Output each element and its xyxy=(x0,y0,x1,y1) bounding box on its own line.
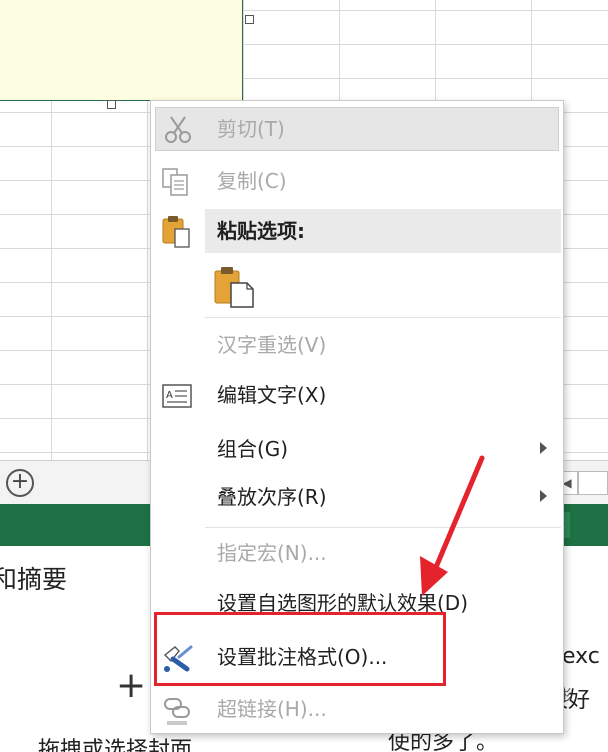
clipboard-icon xyxy=(162,216,190,248)
menu-item-label: 编辑文字(X) xyxy=(217,383,327,407)
annotation-highlight-box xyxy=(154,612,446,686)
submenu-arrow-icon xyxy=(540,442,547,454)
horizontal-scrollbar[interactable] xyxy=(578,471,608,495)
resize-handle-top-right[interactable] xyxy=(245,15,254,24)
link-icon xyxy=(164,698,190,725)
svg-text:A: A xyxy=(166,390,173,401)
menu-item-label: 指定宏(N)... xyxy=(217,541,327,565)
menu-item-order[interactable]: 叠放次序(R) xyxy=(151,475,563,521)
menu-item-copy[interactable]: 复制(C) xyxy=(151,159,563,205)
menu-item-label: 复制(C) xyxy=(217,169,287,193)
comment-box[interactable] xyxy=(0,0,243,101)
add-sheet-icon[interactable]: + xyxy=(6,469,34,497)
cover-hint-text[interactable]: 拖拽或选择封面 xyxy=(38,732,192,752)
paste-clipboard-icon[interactable] xyxy=(211,263,259,311)
menu-item-assign-macro[interactable]: 指定宏(N)... xyxy=(151,531,563,577)
menu-separator xyxy=(205,527,561,528)
body-text-fragment: exc xyxy=(562,644,600,669)
summary-label: 和摘要 xyxy=(0,565,68,594)
copy-icon xyxy=(162,168,188,196)
menu-item-cut[interactable]: 剪切(T) xyxy=(151,107,563,153)
menu-item-label: 汉字重选(V) xyxy=(217,333,327,357)
annotation-arrow-icon xyxy=(420,455,485,596)
submenu-arrow-icon xyxy=(540,490,547,502)
menu-item-label: 组合(G) xyxy=(217,437,289,461)
menu-item-label: 剪切(T) xyxy=(217,117,285,141)
menu-item-label: 粘贴选项: xyxy=(217,219,305,243)
menu-item-reselect[interactable]: 汉字重选(V) xyxy=(151,323,563,369)
add-cover-icon[interactable]: + xyxy=(116,668,146,704)
menu-item-group[interactable]: 组合(G) xyxy=(151,427,563,473)
edit-text-icon: A xyxy=(162,384,192,408)
menu-item-edit-text[interactable]: A 编辑文字(X) xyxy=(151,373,563,419)
menu-item-paste-options: 粘贴选项: xyxy=(151,209,563,255)
menu-item-hyperlink[interactable]: 超链接(H)... xyxy=(151,687,563,733)
menu-item-label: 超链接(H)... xyxy=(217,697,327,721)
scissors-icon xyxy=(165,116,191,143)
menu-separator xyxy=(205,317,561,318)
resize-handle-bottom[interactable] xyxy=(107,100,116,109)
menu-item-label: 叠放次序(R) xyxy=(217,485,327,509)
